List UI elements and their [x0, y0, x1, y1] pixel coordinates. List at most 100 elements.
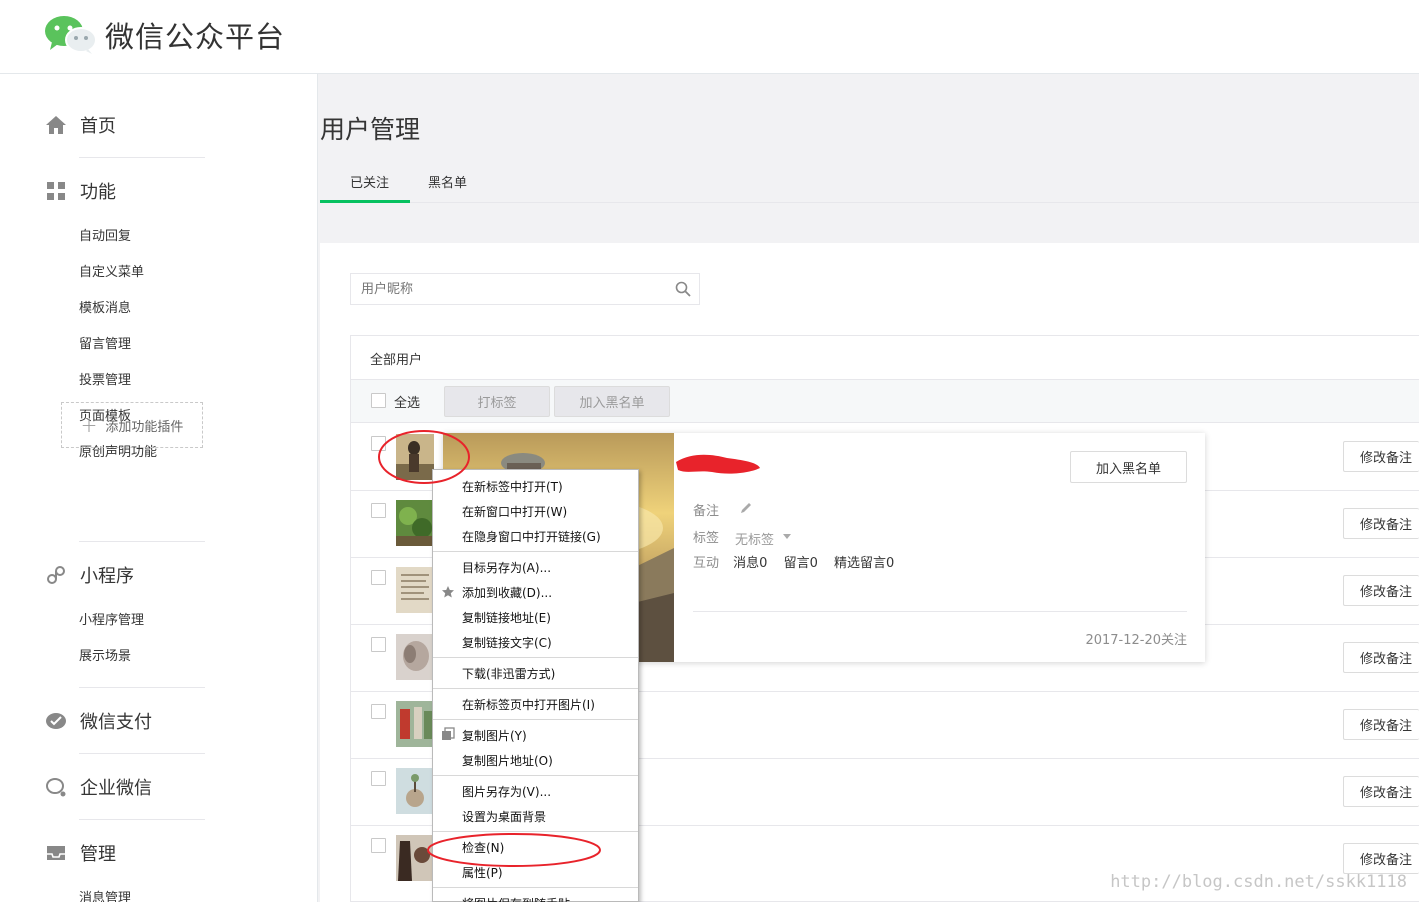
menu-item-save-link-as[interactable]: 目标另存为(A)...: [462, 559, 551, 576]
remark-row: 备注: [693, 500, 751, 519]
row-checkbox[interactable]: [371, 570, 386, 585]
sidebar-section-management[interactable]: 管理: [44, 840, 116, 866]
edit-remark-button[interactable]: 修改备注: [1343, 441, 1419, 472]
search-box: [350, 273, 700, 305]
row-checkbox[interactable]: [371, 838, 386, 853]
sidebar-item-comment-management[interactable]: 留言管理: [79, 333, 131, 352]
row-checkbox[interactable]: [371, 503, 386, 518]
menu-separator: [433, 719, 638, 720]
sidebar-section-enterprise-wechat[interactable]: 企业微信: [44, 774, 152, 800]
comment-count: 留言0: [783, 556, 818, 571]
edit-remark-button[interactable]: 修改备注: [1343, 709, 1419, 740]
user-avatar[interactable]: [396, 835, 434, 881]
menu-separator: [433, 688, 638, 689]
user-avatar[interactable]: [396, 634, 434, 680]
message-count: 消息0: [733, 556, 768, 571]
row-checkbox[interactable]: [371, 637, 386, 652]
sidebar-item-auto-reply[interactable]: 自动回复: [79, 225, 131, 244]
menu-item-inspect[interactable]: 检查(N): [462, 839, 504, 856]
menu-item-open-image-new-tab[interactable]: 在新标签页中打开图片(I): [462, 696, 595, 713]
edit-remark-button[interactable]: 修改备注: [1343, 776, 1419, 807]
sidebar-section-label: 小程序: [80, 566, 134, 587]
wechat-pay-icon: [44, 709, 68, 733]
sidebar-item-display-scenes[interactable]: 展示场景: [79, 645, 131, 664]
sidebar-item-mini-program-management[interactable]: 小程序管理: [79, 609, 144, 628]
menu-item-save-to-notes[interactable]: 将图片保存到随手贴: [462, 895, 570, 902]
row-checkbox[interactable]: [371, 771, 386, 786]
sidebar-divider: [79, 753, 205, 754]
watermark: http://blog.csdn.net/sskk1118: [1110, 872, 1407, 892]
blacklist-button[interactable]: 加入黑名单: [554, 386, 670, 417]
sidebar-divider: [79, 157, 205, 158]
tab-blacklist[interactable]: 黑名单: [428, 172, 467, 191]
row-checkbox[interactable]: [371, 704, 386, 719]
menu-item-open-incognito[interactable]: 在隐身窗口中打开链接(G): [462, 528, 601, 545]
user-avatar[interactable]: [396, 768, 434, 814]
add-plugin-button[interactable]: + 添加功能插件: [61, 402, 203, 448]
menu-item-properties[interactable]: 属性(P): [462, 864, 503, 881]
menu-separator: [433, 775, 638, 776]
tab-following[interactable]: 已关注: [350, 172, 389, 191]
menu-item-set-wallpaper[interactable]: 设置为桌面背景: [462, 808, 546, 825]
copy-icon: [442, 727, 455, 740]
edit-remark-button[interactable]: 修改备注: [1343, 508, 1419, 539]
menu-item-copy-image-address[interactable]: 复制图片地址(O): [462, 752, 553, 769]
star-icon: [442, 586, 454, 598]
menu-item-save-image-as[interactable]: 图片另存为(V)...: [462, 783, 551, 800]
menu-separator: [433, 831, 638, 832]
search-input[interactable]: [351, 274, 651, 304]
menu-item-copy-image[interactable]: 复制图片(Y): [462, 727, 527, 744]
menu-separator: [433, 887, 638, 888]
user-avatar[interactable]: [396, 701, 434, 747]
inbox-icon: [44, 841, 68, 865]
edit-remark-button[interactable]: 修改备注: [1343, 642, 1419, 673]
menu-item-copy-link-address[interactable]: 复制链接地址(E): [462, 609, 551, 626]
top-header: 微信公众平台: [0, 0, 1419, 74]
sidebar-divider: [79, 819, 205, 820]
tag-row: 标签 无标签: [693, 527, 791, 548]
sidebar-section-label: 管理: [80, 844, 116, 865]
sidebar-item-vote-management[interactable]: 投票管理: [79, 369, 131, 388]
card-blacklist-button[interactable]: 加入黑名单: [1070, 451, 1187, 483]
user-tabs: 已关注 黑名单: [320, 158, 1419, 203]
edit-remark-button[interactable]: 修改备注: [1343, 575, 1419, 606]
search-icon[interactable]: [675, 281, 691, 297]
remark-label: 备注: [693, 504, 720, 519]
row-checkbox[interactable]: [371, 436, 386, 451]
caret-down-icon[interactable]: [783, 534, 791, 539]
sidebar-section-home[interactable]: 首页: [44, 112, 116, 138]
card-divider: [693, 611, 1187, 612]
select-all-checkbox[interactable]: [371, 393, 386, 408]
sidebar-section-features[interactable]: 功能: [44, 178, 116, 204]
active-tab-indicator: [320, 200, 410, 203]
interaction-label: 互动: [693, 556, 720, 571]
sidebar-item-custom-menu[interactable]: 自定义菜单: [79, 261, 144, 280]
interaction-row: 互动 消息0 留言0 精选留言0: [693, 552, 894, 571]
tag-button[interactable]: 打标签: [444, 386, 550, 417]
sidebar-item-message-management[interactable]: 消息管理: [79, 887, 131, 902]
sidebar-section-label: 微信支付: [80, 712, 152, 733]
group-label[interactable]: 全部用户: [370, 349, 422, 368]
follow-date: 2017-12-20关注: [1085, 633, 1187, 648]
tag-value[interactable]: 无标签: [735, 529, 774, 548]
sidebar-section-label: 功能: [80, 182, 116, 203]
sidebar-section-wechat-pay[interactable]: 微信支付: [44, 708, 152, 734]
sidebar-item-template-message[interactable]: 模板消息: [79, 297, 131, 316]
menu-item-download[interactable]: 下载(非迅雷方式): [462, 665, 555, 682]
menu-item-open-new-tab[interactable]: 在新标签中打开(T): [462, 478, 563, 495]
menu-separator: [433, 657, 638, 658]
add-plugin-label: 添加功能插件: [105, 419, 184, 435]
user-avatar[interactable]: [396, 567, 434, 613]
menu-separator: [433, 551, 638, 552]
menu-item-copy-link-text[interactable]: 复制链接文字(C): [462, 634, 552, 651]
menu-item-add-favorite[interactable]: 添加到收藏(D)...: [462, 584, 552, 601]
select-all-label: 全选: [394, 396, 421, 411]
pencil-icon[interactable]: [739, 501, 753, 515]
wechat-logo-icon[interactable]: [44, 14, 98, 54]
sidebar-section-mini-program[interactable]: 小程序: [44, 562, 134, 588]
user-avatar[interactable]: [396, 500, 434, 546]
menu-item-open-new-window[interactable]: 在新窗口中打开(W): [462, 503, 567, 520]
sidebar-divider: [79, 687, 205, 688]
user-avatar[interactable]: [396, 434, 434, 480]
edit-remark-button[interactable]: 修改备注: [1343, 843, 1419, 874]
